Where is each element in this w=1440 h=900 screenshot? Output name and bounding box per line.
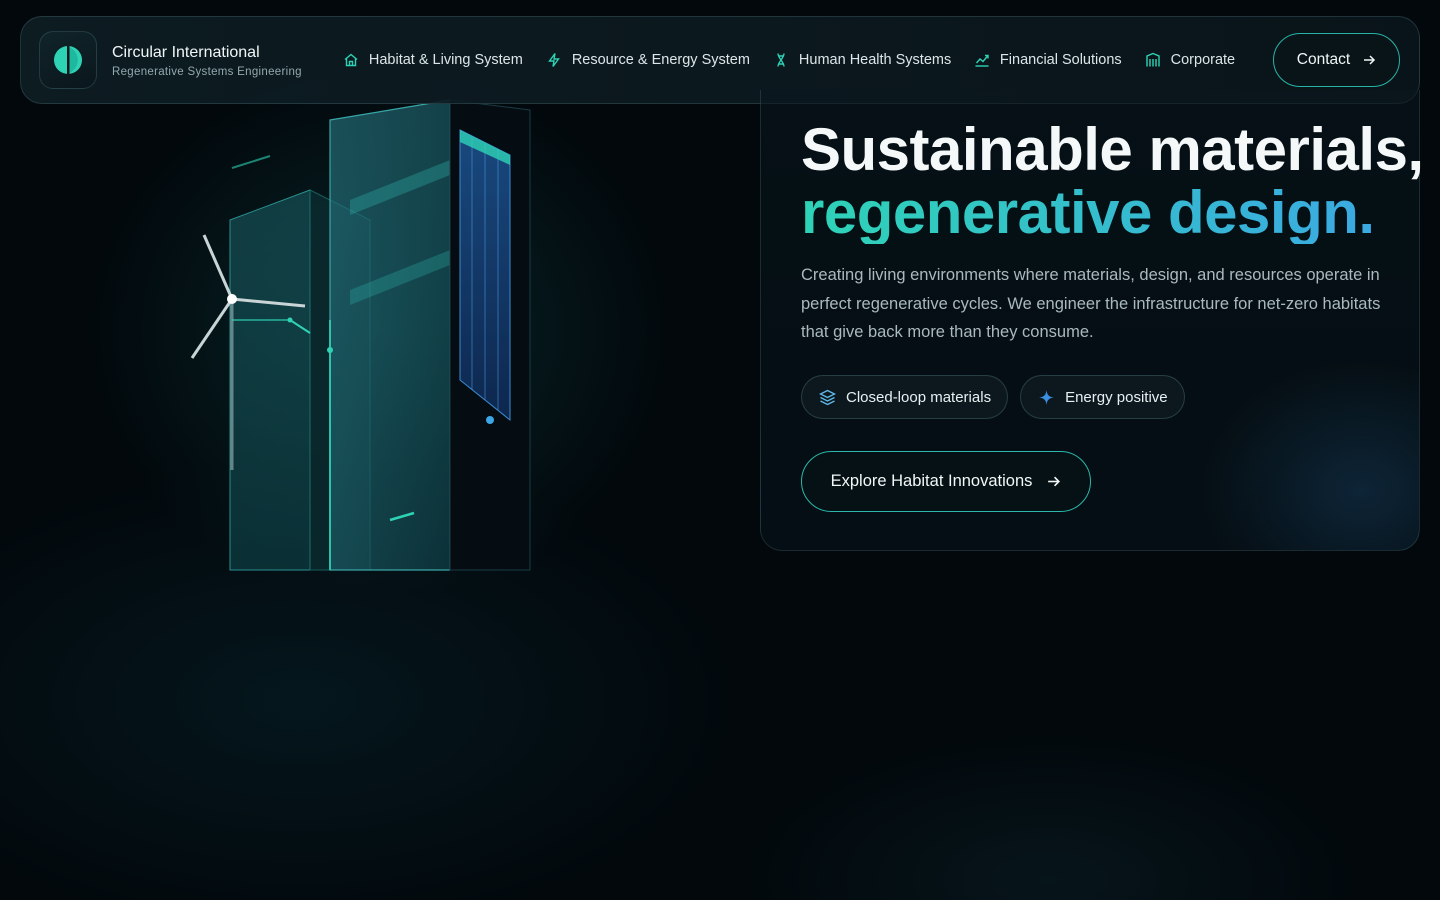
hero-illustration — [190, 99, 531, 571]
feature-chips: Closed-loop materials Energy positive — [801, 375, 1197, 419]
nav-item-label: Financial Solutions — [999, 52, 1122, 68]
headline-line-2: regenerative design. — [801, 181, 1424, 244]
brand-subtitle: Regenerative Systems Engineering — [112, 65, 302, 78]
chip-label: Closed-loop materials — [846, 388, 992, 406]
right-building — [449, 99, 531, 571]
nav-item-habitat[interactable]: Habitat & Living System — [342, 40, 523, 80]
arrow-right-icon — [1362, 53, 1376, 67]
headline-line-1: Sustainable materials, — [801, 116, 1424, 183]
explore-habitat-button[interactable]: Explore Habitat Innovations — [801, 451, 1091, 512]
half-circle-logo-icon — [39, 31, 97, 89]
center-building — [327, 99, 451, 571]
hero-description: Creating living environments where mater… — [801, 266, 1381, 341]
nav-item-label: Habitat & Living System — [368, 52, 523, 68]
cta-label: Explore Habitat Innovations — [830, 472, 1033, 490]
contact-button[interactable]: Contact — [1273, 33, 1400, 87]
chip-energy-positive: Energy positive — [1020, 375, 1185, 419]
nav-item-label: Human Health Systems — [798, 52, 951, 68]
chip-label: Energy positive — [1065, 388, 1168, 406]
nav-links: Habitat & Living System Resource & Energ… — [342, 40, 1257, 80]
nav-item-corporate[interactable]: Corporate — [1144, 40, 1235, 80]
nav-item-human-health[interactable]: Human Health Systems — [772, 40, 951, 80]
nav-item-financial[interactable]: Financial Solutions — [973, 40, 1122, 80]
nav-item-label: Corporate — [1170, 52, 1236, 68]
chart-icon — [973, 51, 991, 69]
dna-icon — [772, 51, 790, 69]
nav-item-resource-energy[interactable]: Resource & Energy System — [545, 40, 750, 80]
chip-closed-loop: Closed-loop materials — [801, 375, 1009, 419]
brand[interactable]: Circular International Regenerative Syst… — [39, 31, 302, 89]
lightning-icon — [545, 51, 563, 69]
sparkle-icon — [1037, 388, 1055, 406]
nav-item-label: Resource & Energy System — [571, 52, 750, 68]
contact-label: Contact — [1296, 51, 1351, 68]
brand-title: Circular International — [112, 43, 260, 61]
arrow-right-icon — [1046, 474, 1061, 489]
layers-icon — [818, 388, 836, 406]
home-icon — [342, 51, 360, 69]
hero-card: Sustainable materials, regenerative desi… — [760, 90, 1424, 551]
building-icon — [1144, 51, 1162, 69]
hero-headline: Sustainable materials, regenerative desi… — [801, 118, 1424, 244]
